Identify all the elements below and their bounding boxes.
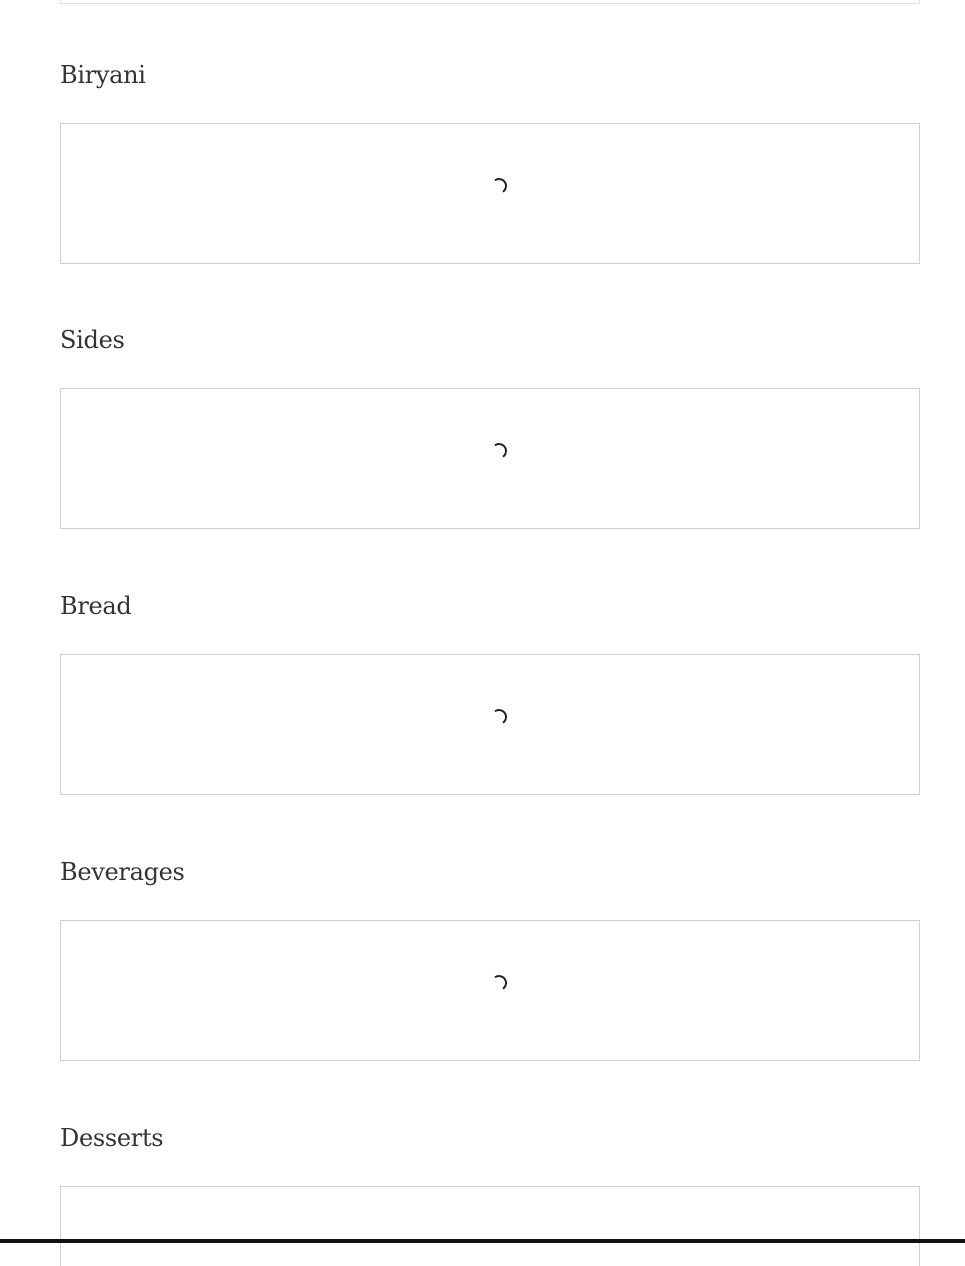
section-title: Beverages (60, 858, 185, 886)
section-title: Biryani (60, 61, 146, 89)
previous-section-edge (60, 0, 920, 4)
section-title: Sides (60, 326, 125, 354)
spinner-icon (489, 707, 509, 727)
menu-items-container (60, 654, 920, 795)
spinner-icon (489, 176, 509, 196)
spinner-icon (489, 441, 509, 461)
section-title: Bread (60, 592, 132, 620)
menu-items-container (60, 123, 920, 264)
menu-items-container (60, 1186, 920, 1266)
menu-items-container (60, 388, 920, 529)
menu-items-container (60, 920, 920, 1061)
section-title: Desserts (60, 1124, 164, 1152)
spinner-icon (489, 973, 509, 993)
bottom-bar (0, 1239, 965, 1243)
